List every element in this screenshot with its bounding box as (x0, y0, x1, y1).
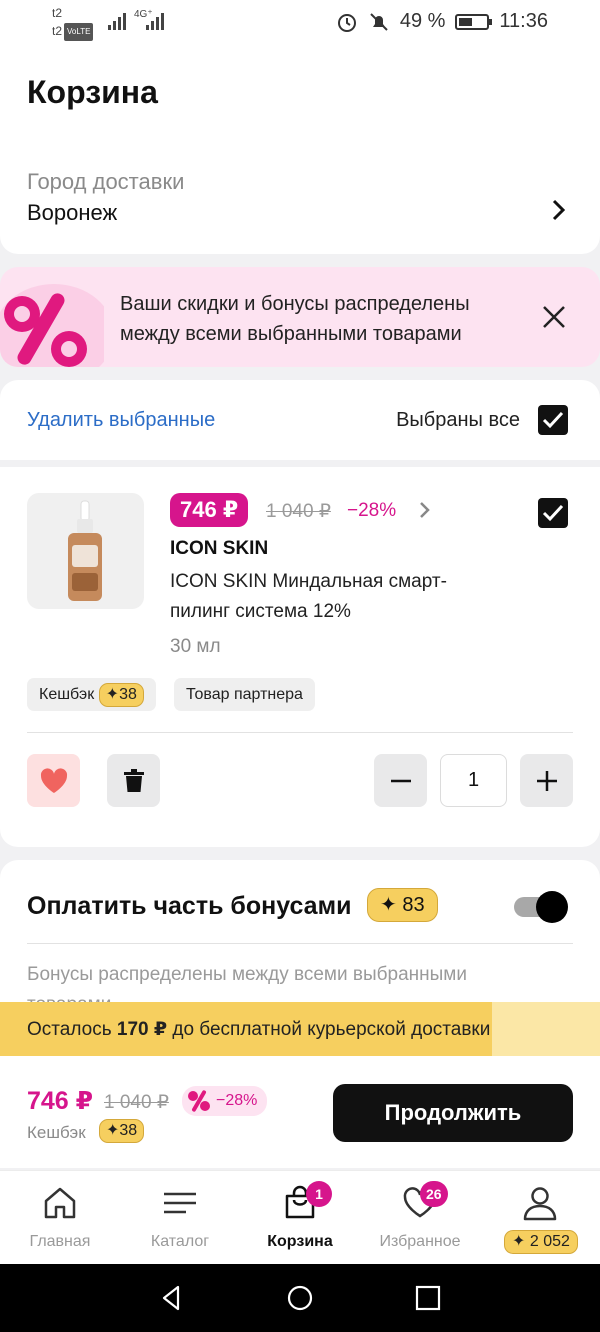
clock: 11:36 (499, 10, 548, 32)
checkmark-icon (542, 504, 564, 522)
partner-tag: Товар партнера (174, 678, 315, 711)
item-name[interactable]: ICON SKIN Миндальная смарт-пилинг систем… (170, 567, 470, 627)
quantity-decrease-button[interactable] (374, 754, 427, 807)
trash-icon (123, 768, 144, 792)
signal-icon (108, 13, 126, 30)
alarm-icon (337, 13, 356, 32)
total-price: 746 ₽ (27, 1087, 94, 1115)
quantity-increase-button[interactable] (520, 754, 573, 807)
continue-button[interactable]: Продолжить (333, 1084, 573, 1142)
carrier-2: t2 (52, 24, 63, 38)
signal-icon-2 (146, 13, 164, 30)
home-circle-icon[interactable] (286, 1284, 314, 1312)
tab-label: Корзина (267, 1233, 333, 1250)
percent-icon (0, 284, 104, 367)
delivery-suffix: до бесплатной курьерской доставки (167, 1019, 491, 1040)
minus-icon (390, 779, 411, 782)
item-old-price: 1 040 ₽ (266, 501, 331, 522)
mute-bell-icon (370, 12, 388, 31)
price-details-chevron-icon[interactable] (416, 500, 434, 520)
toggle-knob (536, 891, 568, 923)
favorites-count-badge: 26 (420, 1181, 448, 1207)
checkmark-icon (542, 411, 564, 429)
close-icon[interactable] (540, 303, 568, 331)
cart-item-card: 746 ₽ 1 040 ₽ −28% ICON SKIN ICON SKIN М… (0, 467, 600, 847)
menu-icon (164, 1192, 196, 1214)
item-brand[interactable]: ICON SKIN (170, 538, 268, 560)
favorite-button[interactable] (27, 754, 80, 807)
total-discount: −28% (216, 1092, 258, 1109)
tab-home[interactable]: Главная (0, 1171, 120, 1265)
product-image[interactable] (27, 493, 144, 609)
tab-cart[interactable]: 1 Корзина (240, 1171, 360, 1265)
city-value: Воронеж (27, 200, 118, 225)
tab-favorites[interactable]: 26 Избранное (360, 1171, 480, 1265)
delivery-prefix: Осталось (27, 1019, 117, 1040)
delete-selected-link[interactable]: Удалить выбранные (27, 409, 215, 432)
divider (27, 943, 573, 944)
carrier-info: t2 t2 VoLTE (52, 4, 94, 41)
battery-icon (455, 13, 493, 30)
cashback-tag: Кешбэк ✦38 (27, 678, 156, 711)
bottom-tab-bar: Главная Каталог 1 Корзина 26 Избранное ✦… (0, 1170, 600, 1264)
divider (27, 732, 573, 733)
tab-label: Каталог (150, 1233, 210, 1250)
item-volume: 30 мл (170, 636, 221, 657)
heart-icon (40, 767, 67, 793)
item-discount: −28% (347, 500, 397, 521)
bonus-toggle[interactable] (514, 891, 568, 923)
discount-info-banner: Ваши скидки и бонусы распределены между … (0, 267, 600, 367)
item-price: 746 ₽ (170, 493, 249, 527)
quantity-field[interactable]: 1 (440, 754, 507, 807)
total-old-price: 1 040 ₽ (104, 1092, 169, 1113)
page-title: Корзина (27, 74, 158, 110)
selection-row: Удалить выбранные Выбраны все (0, 380, 600, 460)
tab-label: Избранное (379, 1233, 461, 1250)
bonus-title: Оплатить часть бонусами (27, 892, 352, 920)
bonus-amount-badge: ✦ 83 (367, 888, 438, 922)
plus-icon (536, 770, 557, 791)
tab-catalog[interactable]: Каталог (120, 1171, 240, 1265)
profile-icon (523, 1187, 557, 1221)
status-right: 49 % 11:36 (336, 10, 548, 33)
item-checkbox[interactable] (538, 498, 568, 528)
cashback-tag-label: Кешбэк (39, 686, 95, 703)
volte-badge: VoLTE (64, 22, 94, 41)
carrier-1: t2 (52, 6, 63, 20)
system-navigation-bar (0, 1264, 600, 1332)
home-icon (44, 1187, 76, 1219)
banner-text: Ваши скидки и бонусы распределены между … (120, 293, 470, 345)
percent-icon (188, 1090, 210, 1112)
delivery-amount: 170 ₽ (116, 1019, 168, 1040)
profile-bonus-badge: ✦ 2 052 (504, 1230, 578, 1254)
select-all-checkbox[interactable] (538, 405, 568, 435)
battery-percent: 49 % (399, 10, 446, 32)
delete-item-button[interactable] (107, 754, 160, 807)
recents-icon[interactable] (414, 1284, 442, 1312)
chevron-right-icon[interactable] (546, 198, 570, 222)
checkout-panel: 746 ₽ 1 040 ₽ −28% Кешбэк ✦38 Продолжить (0, 1056, 600, 1168)
tab-label: Главная (29, 1233, 91, 1250)
cart-count-badge: 1 (306, 1181, 332, 1207)
status-bar: t2 t2 VoLTE 4G⁺ 49 % 11:36 (0, 0, 600, 44)
checkout-cashback-value: ✦38 (99, 1119, 145, 1143)
total-discount-badge: −28% (182, 1086, 268, 1116)
select-all-label[interactable]: Выбраны все (396, 409, 520, 432)
free-delivery-text: Осталось 170 ₽ до бесплатной курьерской … (27, 1018, 490, 1041)
cart-header: Корзина Город доставки Воронеж (0, 44, 600, 254)
cashback-tag-value: ✦38 (98, 682, 144, 707)
back-icon[interactable] (158, 1284, 186, 1312)
serum-bottle-image (68, 500, 102, 601)
checkout-cashback-label: Кешбэк (27, 1123, 86, 1142)
city-label: Город доставки (27, 169, 185, 194)
free-delivery-bar: Осталось 170 ₽ до бесплатной курьерской … (0, 1002, 600, 1056)
